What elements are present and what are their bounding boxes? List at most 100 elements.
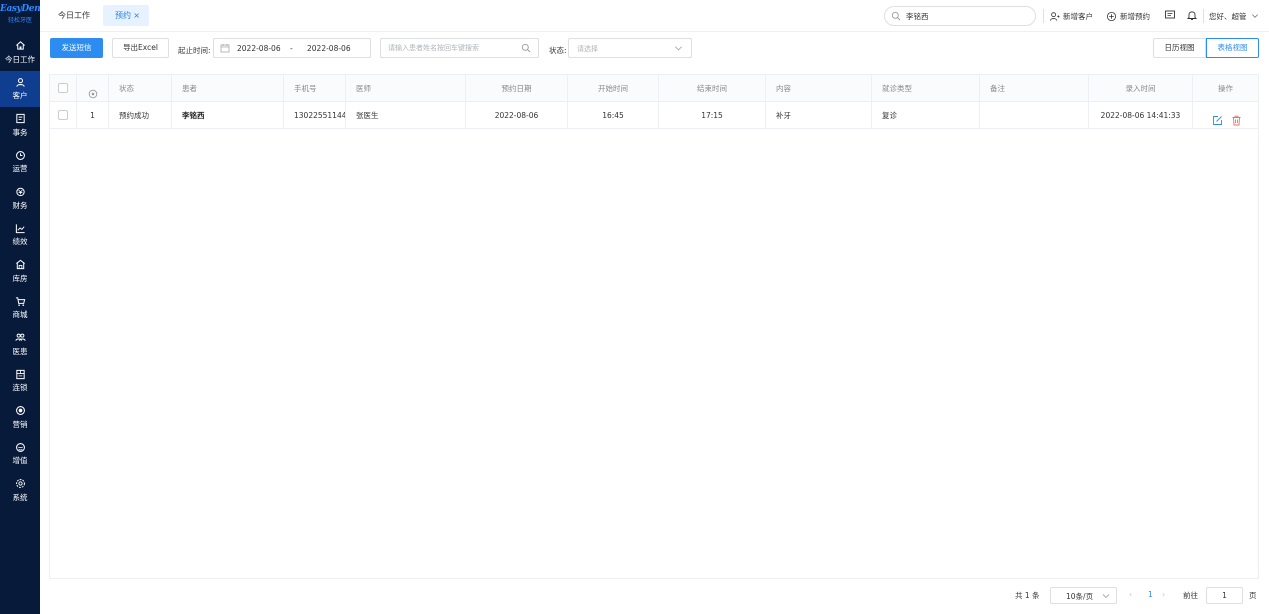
cell-actions	[1193, 102, 1258, 129]
row-checkbox[interactable]	[58, 110, 68, 120]
date-start[interactable]: 2022-08-06	[237, 44, 281, 53]
row-select-cell	[50, 102, 77, 129]
new-appointment-label: 新增预约	[1120, 11, 1150, 21]
sidebar-item-label: 连锁	[12, 383, 28, 393]
cell-content: 补牙	[766, 102, 872, 129]
col-header-date: 预约日期	[466, 75, 568, 102]
settings-icon	[14, 478, 26, 490]
sidebar-item-label: 增值	[12, 456, 28, 466]
status-label: 状态:	[549, 46, 567, 55]
add-user-icon	[1049, 11, 1060, 21]
sidebar-item-mall[interactable]: 商城	[0, 290, 40, 327]
date-range-label: 起止时间:	[178, 46, 211, 55]
sidebar-item-label: 系统	[12, 492, 28, 502]
cell-note	[980, 102, 1089, 129]
sidebar-item-doctor-patient[interactable]: 医患	[0, 326, 40, 363]
divider	[1043, 9, 1044, 23]
export-excel-button[interactable]: 导出Excel	[112, 38, 169, 58]
col-header-note: 备注	[980, 75, 1089, 102]
date-separator: -	[290, 44, 293, 53]
col-header-status: 状态	[109, 75, 172, 102]
date-end[interactable]: 2022-08-06	[307, 44, 351, 53]
col-header-start: 开始时间	[568, 75, 659, 102]
add-clock-icon	[1106, 11, 1117, 21]
select-all-cell	[50, 75, 77, 102]
sidebar-item-label: 营销	[12, 419, 28, 429]
home-icon	[14, 40, 26, 52]
delete-icon[interactable]	[1231, 110, 1242, 126]
cell-date: 2022-08-06	[466, 102, 568, 129]
sidebar-item-system[interactable]: 系统	[0, 472, 40, 509]
people-icon	[14, 332, 26, 344]
logo-subtitle: 轻松牙医	[7, 17, 32, 24]
warehouse-icon	[14, 259, 26, 271]
goto-page-input[interactable]: 1	[1206, 587, 1243, 604]
money-icon	[14, 186, 26, 198]
goto-label: 前往	[1183, 591, 1198, 600]
sidebar-item-chain[interactable]: 连锁	[0, 363, 40, 400]
cell-start: 16:45	[568, 102, 659, 129]
page-size-value: 10条/页	[1066, 592, 1094, 601]
new-customer-button[interactable]: 新增客户	[1049, 9, 1093, 23]
sidebar-item-finance[interactable]: 财务	[0, 180, 40, 217]
send-sms-button[interactable]: 发送短信	[50, 38, 103, 58]
cell-phone: 13022551144	[284, 102, 346, 129]
cell-patient[interactable]: 李铭西	[172, 102, 284, 129]
edit-icon[interactable]	[1212, 110, 1223, 125]
date-range-picker[interactable]: 2022-08-06 - 2022-08-06	[213, 38, 371, 58]
sidebar-item-operation[interactable]: 运营	[0, 144, 40, 181]
col-header-created: 录入时间	[1089, 75, 1193, 102]
logo-title: EasyDent	[0, 4, 45, 14]
status-select[interactable]: 请选择	[568, 38, 692, 58]
sidebar-item-label: 商城	[12, 310, 28, 320]
close-icon[interactable]: ×	[133, 5, 140, 26]
sidebar-item-label: 客户	[12, 91, 28, 101]
sidebar-item-label: 事务	[12, 127, 28, 137]
sidebar-item-warehouse[interactable]: 库房	[0, 253, 40, 290]
pagination-total: 共 1 条	[1015, 591, 1040, 600]
search-icon[interactable]	[521, 43, 531, 53]
new-appointment-button[interactable]: 新增预约	[1106, 9, 1150, 23]
row-index: 1	[77, 102, 109, 129]
sidebar-item-today[interactable]: 今日工作	[0, 34, 40, 71]
patient-search-input[interactable]	[388, 39, 518, 57]
marketing-icon	[14, 405, 26, 417]
tab-today[interactable]: 今日工作	[48, 5, 100, 26]
value-icon	[14, 441, 26, 453]
gear-icon[interactable]	[88, 83, 98, 99]
chevron-down-icon	[674, 44, 683, 53]
calendar-icon	[220, 43, 230, 53]
table-header-row: 状态 患者 手机号 医师 预约日期 开始时间 结束时间 内容 就诊类型 备注 录…	[50, 75, 1258, 102]
message-icon[interactable]	[1164, 9, 1176, 21]
sidebar-item-customer[interactable]: 客户	[0, 70, 40, 107]
search-icon	[891, 11, 901, 21]
sidebar-item-performance[interactable]: 绩效	[0, 217, 40, 254]
prev-page-button[interactable]: ‹	[1129, 590, 1132, 599]
user-menu[interactable]: 您好、超管	[1209, 9, 1262, 23]
tab-appointment[interactable]: 预约 ×	[103, 5, 149, 26]
chart-icon	[14, 222, 26, 234]
calendar-view-button[interactable]: 日历视图	[1153, 38, 1206, 58]
sidebar-item-label: 医患	[12, 346, 28, 356]
sidebar-item-label: 财务	[12, 200, 28, 210]
next-page-button[interactable]: ›	[1162, 590, 1165, 599]
page-size-select[interactable]: 10条/页	[1050, 587, 1117, 604]
table-view-button[interactable]: 表格视图	[1206, 38, 1259, 58]
select-all-checkbox[interactable]	[58, 83, 68, 93]
sidebar-item-value-added[interactable]: 增值	[0, 436, 40, 473]
greeting-label: 您好、超管	[1209, 11, 1247, 21]
clock-icon	[14, 149, 26, 161]
cell-created: 2022-08-06 14:41:33	[1089, 102, 1193, 129]
patient-search-field	[380, 38, 539, 58]
logo: EasyDent 轻松牙医	[0, 0, 45, 34]
bell-icon[interactable]	[1186, 9, 1198, 21]
table-row[interactable]: 1 预约成功 李铭西 13022551144 张医生 2022-08-06 16…	[50, 102, 1258, 129]
page-number-current[interactable]: 1	[1148, 590, 1153, 599]
global-search-input[interactable]: 李铭西	[884, 6, 1036, 26]
cart-icon	[14, 295, 26, 307]
col-header-visit-type: 就诊类型	[872, 75, 980, 102]
sidebar-item-label: 运营	[12, 164, 28, 174]
divider	[1203, 9, 1204, 23]
sidebar-item-affairs[interactable]: 事务	[0, 107, 40, 144]
sidebar-item-marketing[interactable]: 营销	[0, 399, 40, 436]
